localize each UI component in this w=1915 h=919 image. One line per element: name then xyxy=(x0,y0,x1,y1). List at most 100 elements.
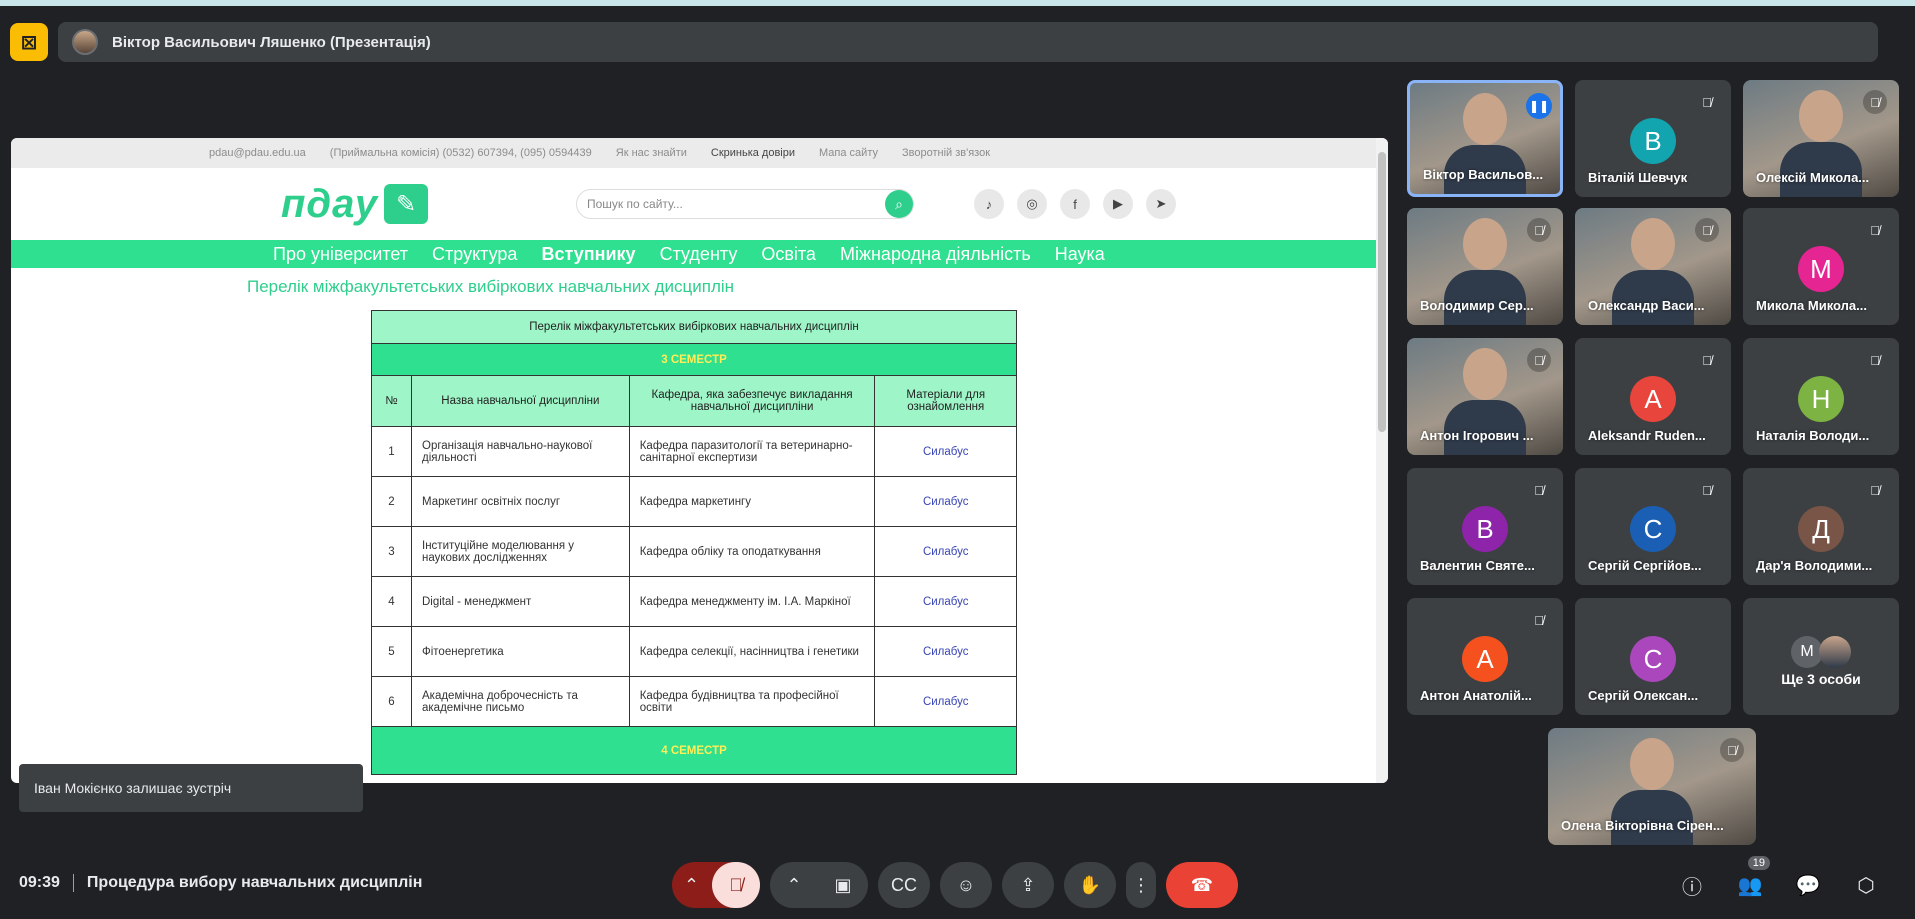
row-department: Кафедра селекції, насінництва і генетики xyxy=(628,626,876,677)
trust-box-link[interactable]: Скринька довіри xyxy=(711,147,795,159)
row-name: Фітоенергетика xyxy=(411,626,630,677)
chevron-up-icon[interactable]: ⌃ xyxy=(684,875,699,896)
mic-off-icon: 🎙̸ xyxy=(1702,352,1712,368)
syllabus-link[interactable]: Силабус xyxy=(874,576,1017,627)
clock: 09:39 xyxy=(19,874,60,891)
syllabus-link[interactable]: Силабус xyxy=(874,426,1017,477)
raise-hand-button[interactable]: ✋ xyxy=(1064,862,1116,908)
nav-item-science[interactable]: Наука xyxy=(1055,244,1105,265)
meeting-title: Процедура вибору навчальних дисциплін xyxy=(86,874,423,891)
participants-count: 19 xyxy=(1747,856,1770,870)
sitemap-link[interactable]: Мапа сайту xyxy=(819,147,878,159)
activities-icon[interactable]: ⬡ xyxy=(1844,862,1888,908)
participant-tile[interactable]: 🎙̸ Олександр Васи... xyxy=(1575,208,1731,325)
participant-name: Aleksandr Ruden... xyxy=(1588,428,1706,443)
participant-tile[interactable]: 🎙̸ Володимир Сер... xyxy=(1407,208,1563,325)
nav-item-structure[interactable]: Структура xyxy=(432,244,517,265)
nav-item-student[interactable]: Студенту xyxy=(660,244,738,265)
participant-tile[interactable]: С Сергій Олексан... xyxy=(1575,598,1731,715)
logo-text: пдау xyxy=(281,181,379,226)
people-icon[interactable]: 👥 19 xyxy=(1728,856,1772,908)
email-link[interactable]: pdau@pdau.edu.ua xyxy=(209,147,306,159)
table-row: 3 Інституційне моделювання у наукових до… xyxy=(371,526,1017,577)
nav-item-international[interactable]: Міжнародна діяльність xyxy=(840,244,1031,265)
chevron-up-icon[interactable]: ⌃ xyxy=(786,875,801,896)
syllabus-link[interactable]: Силабус xyxy=(874,476,1017,527)
top-accent-line xyxy=(0,0,1915,6)
row-department: Кафедра маркетингу xyxy=(628,476,876,527)
avatar: С xyxy=(1630,636,1676,682)
leaf-icon: ✎ xyxy=(384,184,429,224)
leave-call-button[interactable]: ☎ xyxy=(1166,862,1238,908)
emoji-button[interactable]: ☺ xyxy=(940,862,992,908)
avatar: Д xyxy=(1798,506,1844,552)
participant-tile[interactable]: В 🎙̸ Валентин Святе... xyxy=(1407,468,1563,585)
mic-off-icon: 🎙̸ xyxy=(1695,218,1719,242)
participant-tile[interactable]: ❚❚ Віктор Васильов... xyxy=(1407,80,1563,197)
participant-tile[interactable]: А 🎙̸ Антон Анатолій... xyxy=(1407,598,1563,715)
mic-toggle-button[interactable]: 🎙̸ xyxy=(712,862,760,908)
more-options-button[interactable]: ⋮ xyxy=(1126,862,1156,908)
participant-name: Валентин Святе... xyxy=(1420,558,1535,573)
nav-item-about[interactable]: Про університет xyxy=(273,244,408,265)
mic-off-icon: 🎙̸ xyxy=(1534,612,1544,628)
scroll-thumb[interactable] xyxy=(1378,152,1386,432)
camera-icon[interactable]: ▣ xyxy=(835,875,852,896)
stop-presenting-icon[interactable]: ⊠ xyxy=(10,23,48,61)
nav-item-education[interactable]: Освіта xyxy=(761,244,816,265)
host-controls-icon[interactable]: 🔒 xyxy=(1902,862,1915,908)
search-icon[interactable]: ⌕ xyxy=(885,190,913,218)
site-search-input[interactable]: Пошук по сайту... ⌕ xyxy=(576,189,914,219)
participant-tile[interactable]: 🎙̸ Антон Ігорович ... xyxy=(1407,338,1563,455)
semester-3-header: 3 СЕМЕСТР xyxy=(371,343,1017,376)
more-participants-tile[interactable]: М Ще 3 особи xyxy=(1743,598,1899,715)
tiktok-icon[interactable]: ♪ xyxy=(974,189,1004,219)
shared-screen: pdau@pdau.edu.ua (Приймальна комісія) (0… xyxy=(11,138,1388,783)
participant-tile[interactable]: Н 🎙̸ Наталія Володи... xyxy=(1743,338,1899,455)
table-row: 4 Digital - менеджмент Кафедра менеджмен… xyxy=(371,576,1017,627)
youtube-icon[interactable]: ▶ xyxy=(1103,189,1133,219)
avatar: Н xyxy=(1798,376,1844,422)
syllabus-link[interactable]: Силабус xyxy=(874,676,1017,727)
row-number: 3 xyxy=(371,526,412,577)
avatar-stack: М xyxy=(1791,636,1851,668)
participant-tile[interactable]: С 🎙̸ Сергій Сергійов... xyxy=(1575,468,1731,585)
feedback-link[interactable]: Зворотній зв'язок xyxy=(902,147,990,159)
participant-tile[interactable]: Д 🎙̸ Дар'я Володими... xyxy=(1743,468,1899,585)
speaking-icon: ❚❚ xyxy=(1526,93,1552,119)
captions-button[interactable]: CC xyxy=(878,862,930,908)
participant-tile[interactable]: В 🎙̸ Віталій Шевчук xyxy=(1575,80,1731,197)
mic-control-group: ⌃ 🎙̸ xyxy=(672,862,760,908)
screen-scrollbar[interactable] xyxy=(1376,138,1388,783)
participant-name: Віталій Шевчук xyxy=(1588,170,1688,185)
row-department: Кафедра паразитології та ветеринарно-сан… xyxy=(628,426,876,477)
divider xyxy=(72,874,74,892)
chat-icon[interactable]: 💬 xyxy=(1786,862,1830,908)
mic-off-icon: 🎙̸ xyxy=(1527,348,1551,372)
mic-off-icon: 🎙̸ xyxy=(1702,94,1712,110)
presenter-pill[interactable]: Віктор Васильович Ляшенко (Презентація) xyxy=(58,22,1878,62)
participant-tile[interactable]: М 🎙̸ Микола Микола... xyxy=(1743,208,1899,325)
participant-tile[interactable]: 🎙̸ Олена Вікторівна Сірен... xyxy=(1548,728,1756,845)
telegram-icon[interactable]: ➤ xyxy=(1146,189,1176,219)
table-row: 6 Академічна доброчесність та академічне… xyxy=(371,676,1017,727)
facebook-icon[interactable]: f xyxy=(1060,189,1090,219)
info-icon[interactable]: ⓘ xyxy=(1670,862,1714,908)
instagram-icon[interactable]: ◎ xyxy=(1017,189,1047,219)
row-department: Кафедра менеджменту ім. І.А. Маркіної xyxy=(628,576,876,627)
avatar xyxy=(1819,636,1851,668)
participant-tile[interactable]: 🎙̸ Олексій Микола... xyxy=(1743,80,1899,197)
avatar: С xyxy=(1630,506,1676,552)
present-screen-button[interactable]: ⇪ xyxy=(1002,862,1054,908)
syllabus-link[interactable]: Силабус xyxy=(874,526,1017,577)
nav-item-applicant[interactable]: Вступнику xyxy=(541,244,635,265)
syllabus-link[interactable]: Силабус xyxy=(874,626,1017,677)
row-number: 4 xyxy=(371,576,412,627)
avatar: М xyxy=(1798,246,1844,292)
table-caption: Перелік міжфакультетських вибіркових нав… xyxy=(371,310,1017,344)
phone-text: (Приймальна комісія) (0532) 607394, (095… xyxy=(329,147,592,159)
site-logo[interactable]: пдау ✎ xyxy=(281,182,516,227)
participant-tile[interactable]: А 🎙̸ Aleksandr Ruden... xyxy=(1575,338,1731,455)
row-department: Кафедра будівництва та професійної освіт… xyxy=(628,676,876,727)
find-us-link[interactable]: Як нас знайти xyxy=(616,147,687,159)
